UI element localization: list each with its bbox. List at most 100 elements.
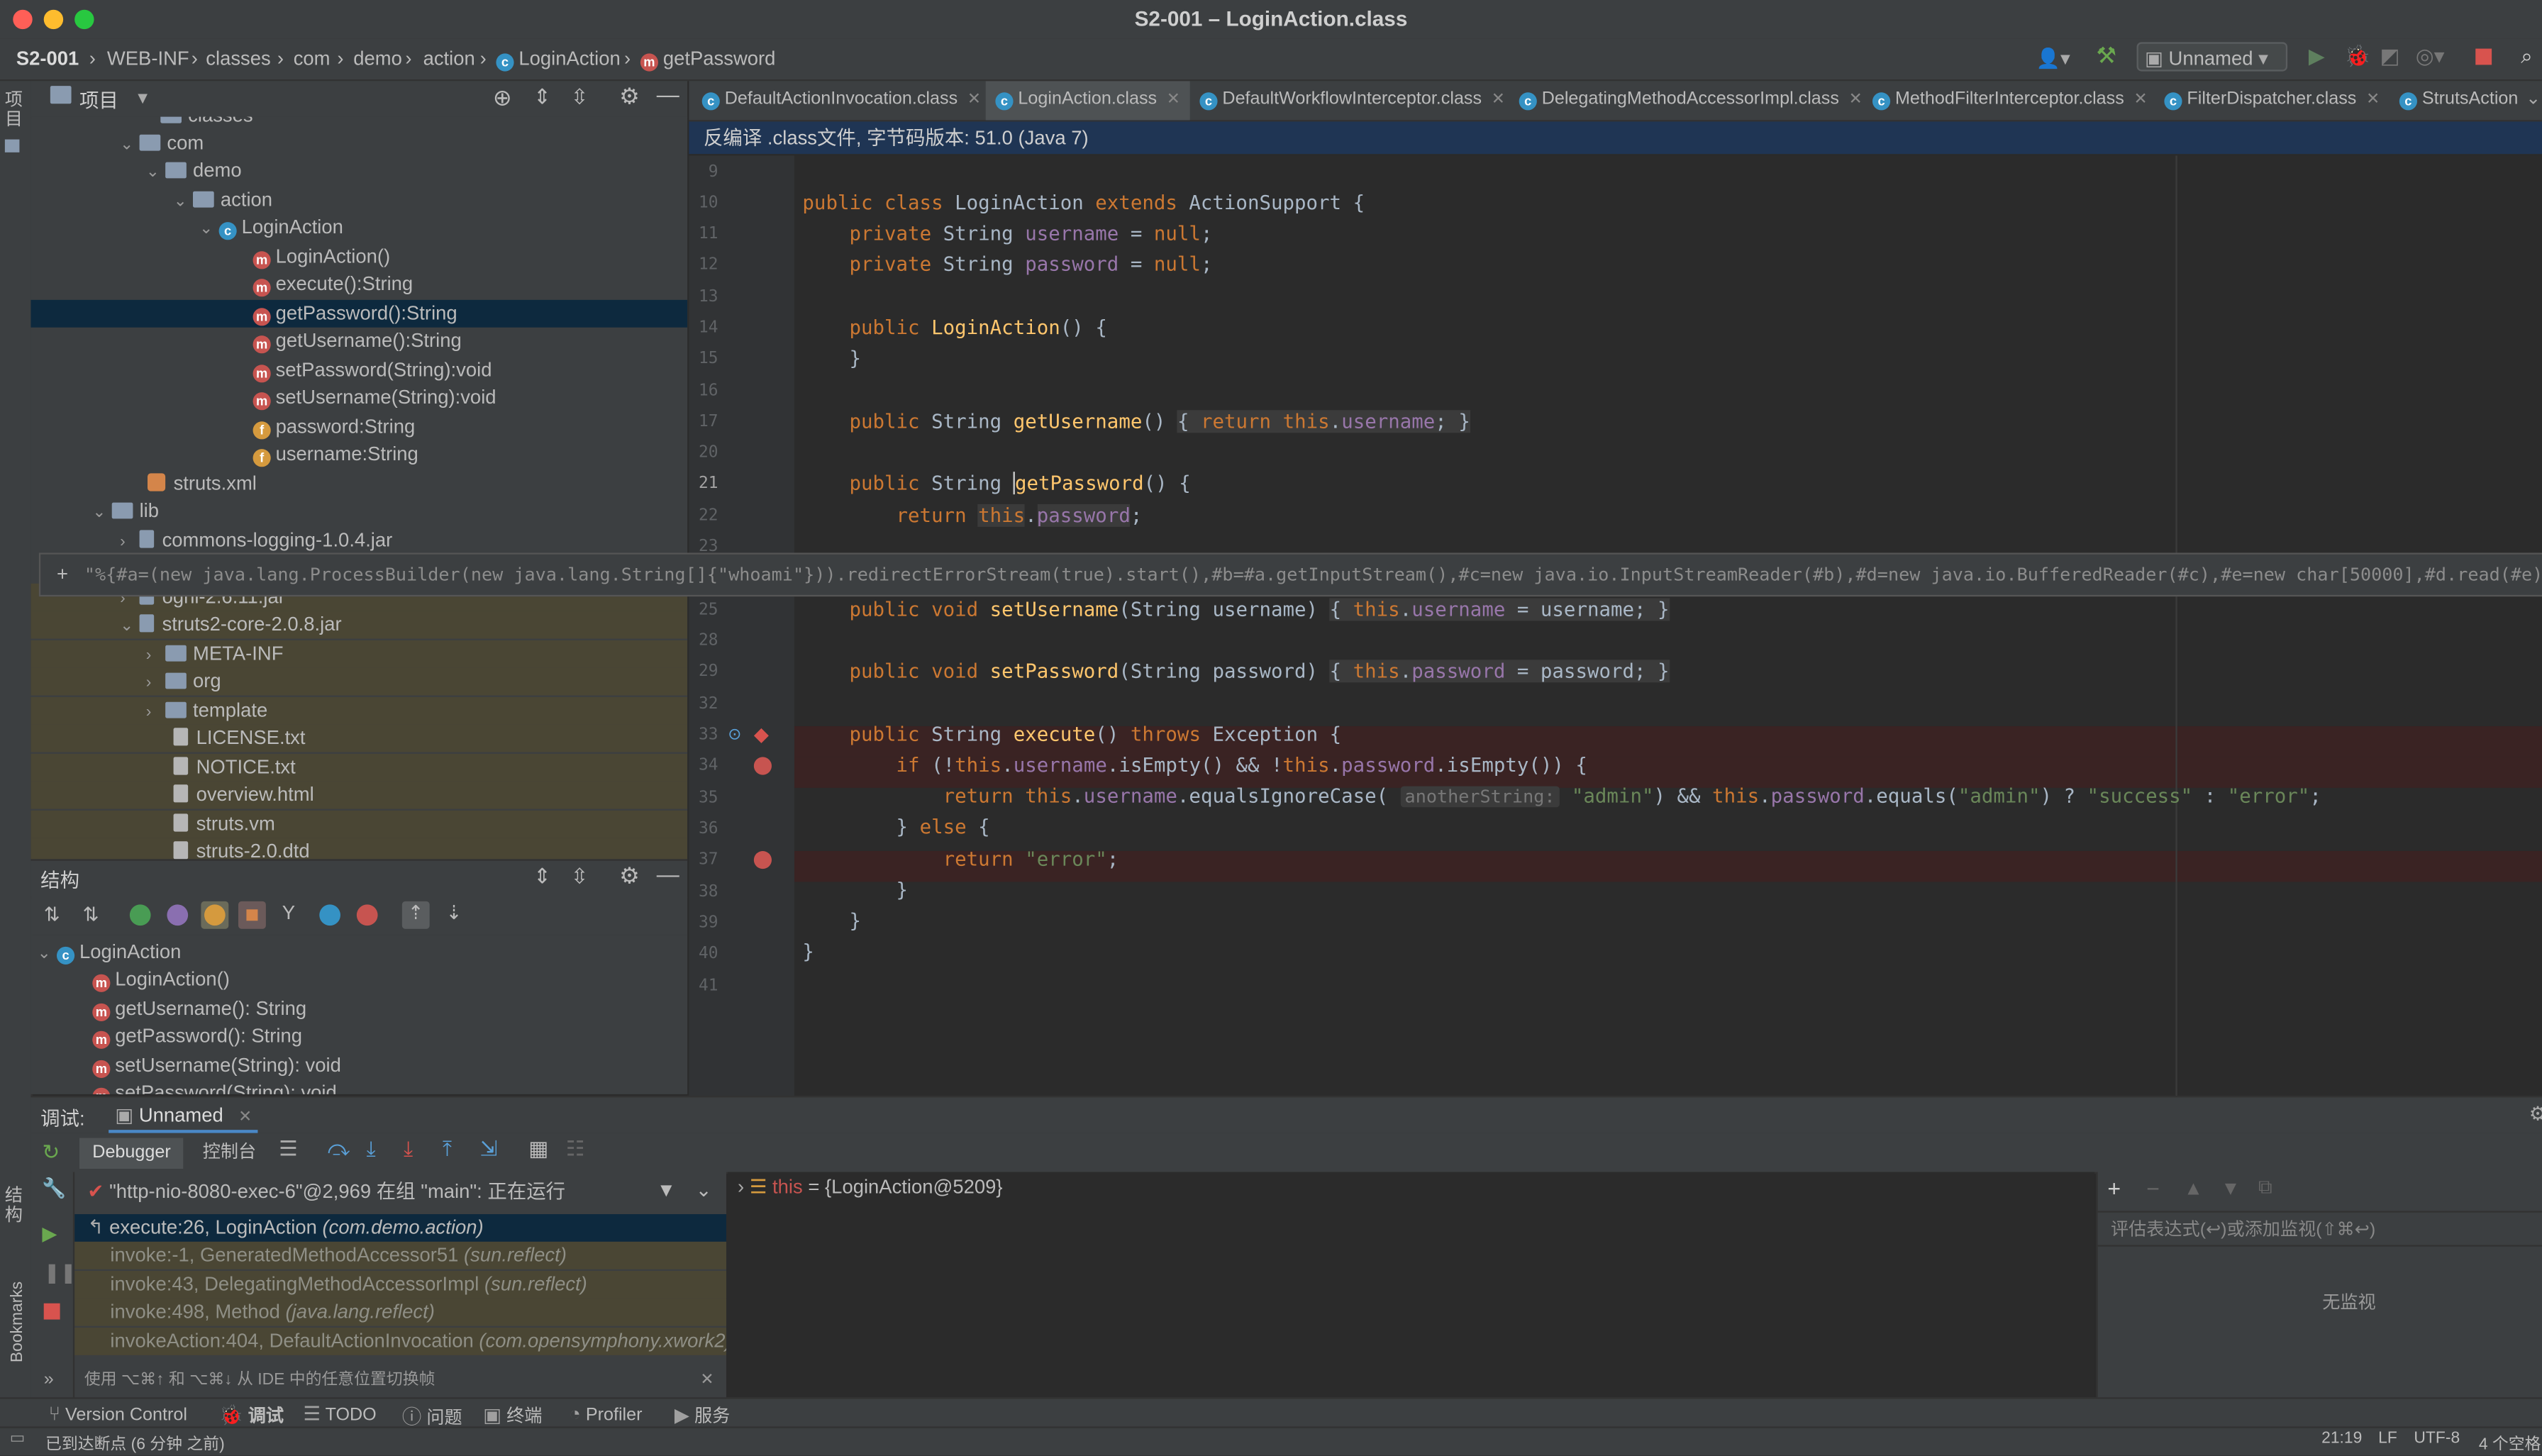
tree-item[interactable]: struts.vm <box>30 810 688 838</box>
problems-button[interactable]: ⓘ 问题 <box>402 1402 462 1430</box>
force-step-into-icon[interactable]: ⤓ <box>404 1136 413 1162</box>
tab-console[interactable]: 控制台 <box>203 1138 256 1169</box>
tree-item[interactable]: › template <box>30 696 688 726</box>
settings-icon[interactable]: ⚙ <box>2529 1102 2542 1125</box>
code-editor[interactable]: public class LoginAction extends ActionS… <box>794 155 2542 1096</box>
structure-tool-button[interactable]: 结构 <box>5 1187 26 1226</box>
structure-tree[interactable]: ⌄ c LoginAction m LoginAction() m getUsernam… <box>30 935 688 1094</box>
properties-icon[interactable] <box>167 904 189 926</box>
project-tree[interactable]: classes ⌄com ⌄demo ⌄action ⌄cLoginAction… <box>30 116 688 860</box>
sort-by-type-icon[interactable]: ⇅ <box>44 903 60 926</box>
move-down-icon[interactable]: ▼ <box>2221 1177 2240 1199</box>
chevron-down-icon[interactable]: ⌄ <box>199 216 218 243</box>
chevron-down-icon[interactable]: ⌄ <box>120 131 139 159</box>
status-panel-icon[interactable]: ▭ <box>10 1430 26 1447</box>
breadcrumb-item[interactable]: WEB-INF <box>107 47 189 70</box>
profile-icon[interactable]: ◎▾ <box>2416 44 2445 70</box>
chevron-down-icon[interactable]: ▾ <box>138 86 148 109</box>
tree-item[interactable]: ⌄ lib <box>30 498 687 526</box>
structure-item[interactable]: m LoginAction() <box>30 966 230 994</box>
project-tool-button[interactable]: 项目 <box>4 91 26 152</box>
chevron-right-icon[interactable]: › <box>120 528 139 556</box>
tab-strutsaction[interactable]: c StrutsAction <box>2399 81 2518 120</box>
rerun-icon[interactable]: ↻ <box>42 1140 60 1166</box>
user-icon[interactable]: 👤▾ <box>2036 47 2070 70</box>
services-button[interactable]: ▶ 服务 <box>675 1402 730 1428</box>
chevron-right-icon[interactable]: › <box>146 699 165 726</box>
structure-item[interactable]: m getUsername(): String <box>30 995 306 1023</box>
anonymous-classes-icon[interactable] <box>319 904 340 926</box>
tree-item[interactable]: ⌄ c LoginAction <box>30 214 687 242</box>
lambdas-icon[interactable]: Y <box>282 901 295 924</box>
threads-view-icon[interactable]: ☰ <box>279 1136 298 1162</box>
tree-item[interactable]: › commons-logging-1.0.4.jar <box>30 527 687 555</box>
tree-item[interactable]: LICENSE.txt <box>30 724 688 752</box>
gear-icon[interactable]: ⚙ <box>619 862 640 890</box>
line-separator[interactable]: LF <box>2378 1430 2397 1447</box>
breadcrumb-item[interactable]: demo <box>353 47 402 70</box>
breadcrumb-item[interactable]: com <box>294 47 331 70</box>
close-icon[interactable]: ✕ <box>967 91 981 109</box>
debug-session-tab[interactable]: ▣ Unnamed ✕ <box>109 1101 259 1133</box>
tab-delegatingmethodaccessorimpl[interactable]: c DelegatingMethodAccessorImpl.class ✕ <box>1519 81 1863 120</box>
chevron-down-icon[interactable]: ⌄ <box>92 499 111 527</box>
stop-icon[interactable] <box>43 1303 60 1320</box>
frames-panel[interactable]: ✔ "http-nio-8080-exec-6"@2,969 在组 "main"… <box>74 1172 726 1399</box>
close-icon[interactable]: ✕ <box>700 1367 714 1394</box>
step-over-icon[interactable]: ⤼ <box>328 1136 350 1162</box>
breadcrumb-class[interactable]: c LoginAction <box>496 47 621 72</box>
breakpoint-icon[interactable] <box>753 757 772 775</box>
coverage-icon[interactable]: ◩ <box>2380 44 2399 70</box>
bookmarks-tool-button[interactable]: Bookmarks <box>9 1265 27 1362</box>
structure-item[interactable]: m getPassword(): String <box>30 1023 302 1050</box>
tab-defaultworkflowinterceptor[interactable]: c DefaultWorkflowInterceptor.class ✕ <box>1199 81 1505 120</box>
version-control-button[interactable]: ⑂ Version Control <box>49 1402 187 1425</box>
more-icon[interactable]: » <box>44 1369 54 1389</box>
stack-frame[interactable]: invoke:43, DelegatingMethodAccessorImpl … <box>74 1270 726 1299</box>
close-icon[interactable]: ✕ <box>2134 91 2148 109</box>
pause-icon[interactable]: ❚❚ <box>44 1261 77 1284</box>
trace-icon[interactable]: ☷ <box>566 1136 585 1162</box>
tab-methodfilterinterceptor[interactable]: c MethodFilterInterceptor.class ✕ <box>1872 81 2148 120</box>
tree-item[interactable]: NOTICE.txt <box>30 753 688 782</box>
locate-icon[interactable]: ⊕ <box>493 84 512 112</box>
tree-item[interactable]: ⌄ struts2-core-2.0.8.jar <box>30 611 688 639</box>
project-panel-title[interactable]: 项目 <box>79 86 118 113</box>
collapse-all-icon[interactable]: ⇳ <box>571 84 589 111</box>
thread-selector[interactable]: ✔ "http-nio-8080-exec-6"@2,969 在组 "main"… <box>74 1179 726 1206</box>
tree-item-selected[interactable]: m getPassword():String <box>30 299 688 328</box>
run-icon[interactable]: ▶ <box>2309 44 2325 70</box>
indent-setting[interactable]: 4 个空格 <box>2479 1430 2541 1454</box>
tree-item[interactable]: ⌄ action <box>30 187 687 214</box>
tree-item[interactable]: ⌄ demo <box>30 157 687 185</box>
tree-item[interactable]: m getUsername():String <box>30 328 687 355</box>
chevron-down-icon[interactable]: ⌄ <box>696 1179 712 1201</box>
autoscroll-from-source-icon[interactable]: ⇣ <box>446 901 462 924</box>
evaluate-expression-popup[interactable]: + "%{#a=(new java.lang.ProcessBuilder(new… <box>38 552 2542 597</box>
inherited-icon[interactable] <box>129 904 151 926</box>
method-breakpoint-icon[interactable]: ◆ <box>754 723 769 745</box>
wrench-icon[interactable]: 🔧 <box>42 1177 66 1199</box>
remove-watch-button[interactable]: − <box>2146 1175 2160 1201</box>
fields-toggle[interactable] <box>201 901 229 929</box>
tree-item[interactable]: ⌄ com <box>30 130 687 157</box>
autoscroll-to-source-icon[interactable]: ⇡ <box>401 901 430 929</box>
close-icon[interactable]: ✕ <box>1167 91 1180 109</box>
tree-item[interactable]: f username:String <box>30 441 687 469</box>
file-encoding[interactable]: UTF-8 <box>2414 1430 2460 1447</box>
caret-position[interactable]: 21:19 <box>2321 1430 2362 1447</box>
todo-button[interactable]: ☰ TODO <box>303 1402 376 1425</box>
tree-item[interactable]: › org <box>30 667 688 697</box>
tree-item[interactable]: overview.html <box>30 781 688 809</box>
close-icon[interactable]: ✕ <box>2366 91 2380 109</box>
breadcrumb-project[interactable]: S2-001 <box>16 47 79 70</box>
variable-row[interactable]: › ☰ this = {LoginAction@5209} <box>738 1175 1003 1198</box>
chevron-right-icon[interactable]: › <box>738 1175 744 1198</box>
tab-defaultactioninvocation[interactable]: c DefaultActionInvocation.class ✕ <box>701 81 981 120</box>
structure-item[interactable]: m setUsername(String): void <box>30 1052 341 1079</box>
stack-frame[interactable]: ↰ execute:26, LoginAction (com.demo.acti… <box>74 1213 726 1242</box>
debug-bug-icon[interactable]: 🐞 <box>2344 44 2370 70</box>
tab-debugger[interactable]: Debugger <box>79 1138 184 1169</box>
tree-item[interactable]: classes <box>30 116 687 130</box>
chevron-right-icon[interactable]: › <box>146 669 165 697</box>
